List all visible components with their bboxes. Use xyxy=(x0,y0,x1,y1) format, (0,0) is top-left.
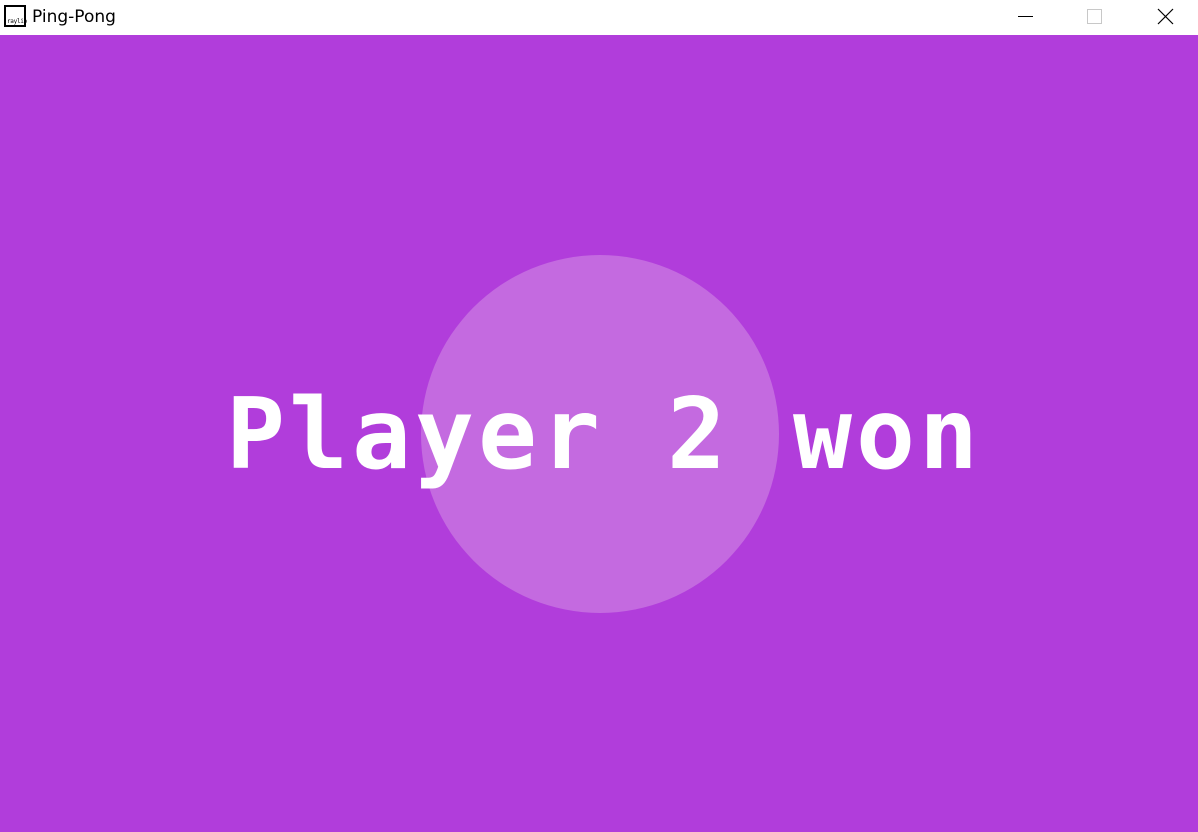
title-bar[interactable]: raylib Ping-Pong xyxy=(0,0,1198,35)
app-icon-label: raylib xyxy=(7,18,27,25)
game-canvas[interactable]: Player 2 won xyxy=(0,35,1198,832)
maximize-button[interactable] xyxy=(1071,0,1117,35)
maximize-icon xyxy=(1087,9,1102,24)
window-title: Ping-Pong xyxy=(32,7,116,27)
minimize-button[interactable] xyxy=(1002,0,1048,35)
minimize-icon xyxy=(1018,16,1033,17)
winner-message: Player 2 won xyxy=(225,378,982,492)
raylib-app-icon: raylib xyxy=(4,5,27,27)
close-icon xyxy=(1157,8,1174,25)
game-window: raylib Ping-Pong Player 2 won xyxy=(0,0,1198,832)
close-button[interactable] xyxy=(1142,0,1188,35)
